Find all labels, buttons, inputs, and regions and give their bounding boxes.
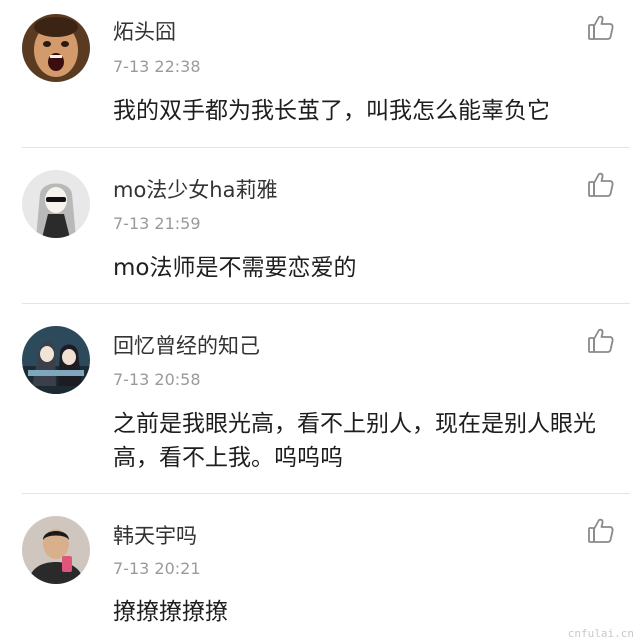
watermark: cnfulai.cn xyxy=(567,627,634,640)
username[interactable]: 韩天宇吗 xyxy=(113,520,197,550)
timestamp: 7-13 22:38 xyxy=(113,57,201,76)
comment-item: 韩天宇吗 7-13 20:21 撩撩撩撩撩 xyxy=(0,494,640,642)
thumbs-up-icon[interactable] xyxy=(586,326,616,356)
comment-text: 我的双手都为我长茧了，叫我怎么能辜负它 xyxy=(113,98,550,124)
comment-text: 撩撩撩撩撩 xyxy=(113,599,228,625)
comment-item: 回忆曾经的知己 7-13 20:58 之前是我眼光高，看不上别人，现在是别人眼光… xyxy=(0,304,640,494)
comment-text: mo法师是不需要恋爱的 xyxy=(113,255,357,281)
username[interactable]: 炻头囧 xyxy=(113,16,176,46)
comment-item: mo法少女ha莉雅 7-13 21:59 mo法师是不需要恋爱的 xyxy=(0,148,640,304)
timestamp: 7-13 20:21 xyxy=(113,559,201,578)
thumbs-up-icon[interactable] xyxy=(586,170,616,200)
avatar[interactable] xyxy=(22,170,90,238)
comment-item: 炻头囧 7-13 22:38 我的双手都为我长茧了，叫我怎么能辜负它 xyxy=(0,0,640,148)
comment-text: 之前是我眼光高，看不上别人，现在是别人眼光高，看不上我。呜呜呜 xyxy=(113,411,596,471)
thumbs-up-icon[interactable] xyxy=(586,516,616,546)
avatar[interactable] xyxy=(22,516,90,584)
avatar[interactable] xyxy=(22,326,90,394)
avatar[interactable] xyxy=(22,14,90,82)
timestamp: 7-13 20:58 xyxy=(113,370,201,389)
timestamp: 7-13 21:59 xyxy=(113,214,201,233)
username[interactable]: mo法少女ha莉雅 xyxy=(113,174,277,204)
username[interactable]: 回忆曾经的知己 xyxy=(113,330,260,360)
thumbs-up-icon[interactable] xyxy=(586,13,616,43)
